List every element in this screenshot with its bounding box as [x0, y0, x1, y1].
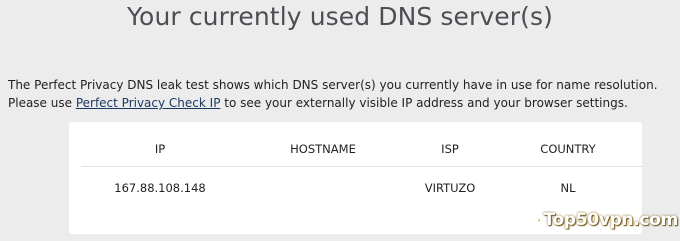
cell-country: NL — [560, 180, 576, 195]
cell-hostname — [239, 167, 407, 198]
description-paragraph: The Perfect Privacy DNS leak test shows … — [8, 76, 676, 112]
column-header-country: COUNTRY — [493, 140, 643, 167]
watermark-text: Top50vpn.com — [543, 210, 678, 230]
column-header-isp: ISP — [407, 140, 493, 167]
cell-isp: VIRTUZO — [424, 180, 476, 195]
column-header-hostname: HOSTNAME — [239, 140, 407, 167]
top50vpn-watermark: Top50vpn.com — [538, 204, 678, 236]
cell-ip: 167.88.108.148 — [114, 180, 206, 195]
padlock-icon — [538, 218, 541, 222]
dns-servers-table: IP HOSTNAME ISP COUNTRY 167.88.108.148 V… — [81, 140, 643, 197]
table-header-row: IP HOSTNAME ISP COUNTRY — [81, 140, 643, 167]
dns-leak-page: Your currently used DNS server(s) The Pe… — [0, 0, 680, 241]
table-row: 167.88.108.148 VIRTUZO NL — [81, 167, 643, 198]
description-text-after: to see your externally visible IP addres… — [220, 96, 628, 110]
column-header-ip: IP — [81, 140, 239, 167]
page-title: Your currently used DNS server(s) — [127, 2, 553, 31]
check-ip-link[interactable]: Perfect Privacy Check IP — [76, 96, 221, 110]
